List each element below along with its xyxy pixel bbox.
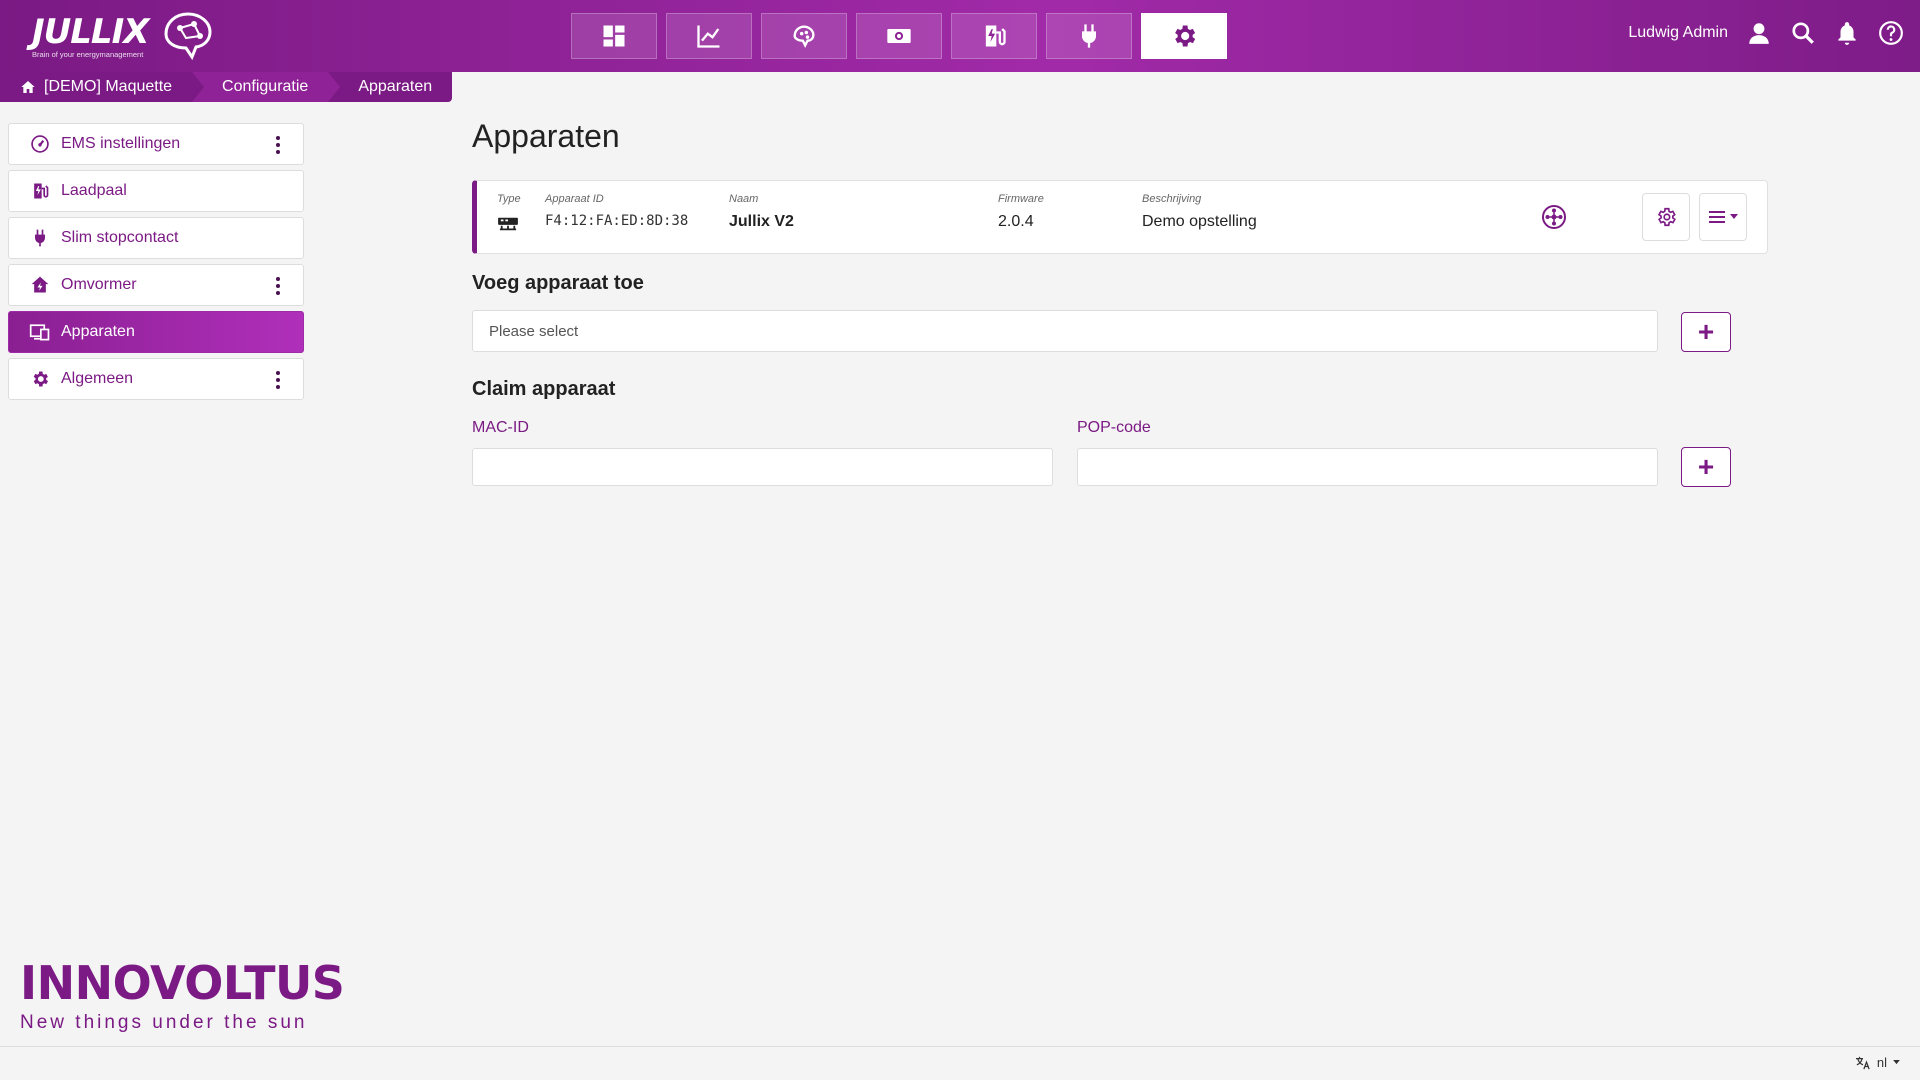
dashboard-icon [603, 25, 625, 47]
plus-icon: + [1697, 451, 1715, 482]
gear-icon [29, 368, 51, 390]
translate-icon [1855, 1056, 1870, 1069]
devices-icon [29, 321, 51, 343]
brain-logo-icon [164, 12, 212, 60]
home-icon [20, 79, 36, 95]
claim-device-title: Claim apparaat [472, 378, 616, 400]
pop-code-input[interactable] [1077, 448, 1658, 486]
language-selector[interactable]: nl [1855, 1055, 1900, 1070]
more-options-icon[interactable] [267, 369, 289, 391]
breadcrumb-current: Apparaten [328, 72, 453, 102]
device-firmware-column: Firmware 2.0.4 [998, 193, 1044, 231]
gauge-icon [29, 133, 51, 155]
footer-bar: nl [0, 1046, 1920, 1080]
more-options-icon[interactable] [267, 134, 289, 156]
sidebar: EMS instellingen Laadpaal Slim stopconta… [8, 123, 304, 405]
add-device-select[interactable]: Please select [472, 310, 1658, 352]
top-header: JULLIX Brain of your energymanagement Lu… [0, 0, 1920, 72]
help-icon[interactable] [1876, 18, 1906, 48]
sidebar-item-label: Algemeen [61, 370, 134, 387]
mac-id-label: MAC-ID [472, 419, 529, 436]
nav-plug-button[interactable] [1046, 13, 1132, 59]
user-area: Ludwig Admin [1628, 18, 1906, 48]
sidebar-item-ems-instellingen[interactable]: EMS instellingen [8, 123, 304, 165]
device-card: Type Apparaat ID F4:12:FA:ED:8D:38 Naam … [472, 180, 1768, 254]
logo-wordmark: JULLIX [32, 12, 149, 52]
claim-device-button[interactable]: + [1681, 447, 1731, 487]
breadcrumb-home[interactable]: [DEMO] Maquette [0, 72, 205, 102]
router-device-icon [497, 215, 521, 235]
device-id-column: Apparaat ID F4:12:FA:ED:8D:38 [545, 193, 688, 229]
hamburger-icon [1709, 211, 1725, 223]
plug-icon [1081, 24, 1097, 48]
device-firmware-label: Firmware [998, 193, 1044, 205]
more-options-icon[interactable] [267, 275, 289, 297]
bell-icon[interactable] [1832, 18, 1862, 48]
breadcrumb-section-label: Configuratie [222, 78, 309, 95]
device-name-column: Naam Jullix V2 [729, 193, 794, 231]
device-id-label: Apparaat ID [545, 193, 604, 205]
breadcrumb-home-label: [DEMO] Maquette [44, 78, 173, 95]
sidebar-item-label: Slim stopcontact [61, 229, 179, 246]
breadcrumb: [DEMO] Maquette Configuratie Apparaten [0, 72, 453, 102]
sidebar-item-laadpaal[interactable]: Laadpaal [8, 170, 304, 212]
footer-brand: INNOVOLTUS [20, 956, 345, 1010]
sidebar-item-label: Laadpaal [61, 182, 127, 199]
sidebar-item-label: EMS instellingen [61, 135, 181, 152]
ev-charger-icon [29, 180, 51, 202]
nav-charts-button[interactable] [666, 13, 752, 59]
add-device-button[interactable]: + [1681, 312, 1731, 352]
mac-id-input[interactable] [472, 448, 1053, 486]
nav-brain-button[interactable] [761, 13, 847, 59]
nav-settings-button[interactable] [1141, 13, 1227, 59]
user-name[interactable]: Ludwig Admin [1628, 24, 1728, 42]
ev-charger-icon [985, 25, 1006, 47]
innovoltus-logo: INNOVOLTUS New things under the sun [20, 956, 345, 1034]
money-icon [887, 29, 911, 43]
nav-dashboard-button[interactable] [571, 13, 657, 59]
user-icon[interactable] [1744, 18, 1774, 48]
device-name-value: Jullix V2 [729, 213, 794, 230]
brain-icon [793, 25, 815, 48]
search-icon[interactable] [1788, 18, 1818, 48]
device-type-column: Type [497, 193, 521, 238]
caret-down-icon [1730, 214, 1738, 219]
network-hub-icon[interactable] [1540, 203, 1568, 231]
breadcrumb-configuratie[interactable]: Configuratie [192, 72, 341, 102]
nav-finance-button[interactable] [856, 13, 942, 59]
sidebar-item-label: Apparaten [61, 323, 135, 340]
jullix-logo[interactable]: JULLIX Brain of your energymanagement [28, 6, 212, 62]
gear-icon [1657, 207, 1676, 227]
sidebar-item-algemeen[interactable]: Algemeen [8, 358, 304, 400]
chart-line-icon [697, 25, 720, 48]
device-menu-dropdown-button[interactable] [1699, 193, 1747, 241]
device-description-label: Beschrijving [1142, 193, 1202, 205]
sidebar-item-omvormer[interactable]: Omvormer [8, 264, 304, 306]
house-bolt-icon [29, 274, 51, 296]
device-name-label: Naam [729, 193, 759, 205]
plug-icon [29, 227, 51, 249]
device-id-value: F4:12:FA:ED:8D:38 [545, 213, 689, 229]
main-navigation [571, 13, 1227, 59]
device-type-label: Type [497, 193, 521, 205]
nav-charging-button[interactable] [951, 13, 1037, 59]
sidebar-item-label: Omvormer [61, 276, 137, 293]
sidebar-item-apparaten[interactable]: Apparaten [8, 311, 304, 353]
page-title: Apparaten [472, 118, 620, 154]
add-device-placeholder: Please select [489, 322, 579, 340]
device-description-column: Beschrijving Demo opstelling [1142, 193, 1257, 231]
gear-icon [1175, 25, 1196, 47]
breadcrumb-current-label: Apparaten [358, 78, 433, 95]
pop-code-label: POP-code [1077, 419, 1151, 436]
add-device-title: Voeg apparaat toe [472, 272, 644, 294]
device-settings-button[interactable] [1642, 193, 1690, 241]
language-code: nl [1876, 1055, 1887, 1070]
caret-down-icon [1893, 1060, 1900, 1065]
logo-tagline: Brain of your energymanagement [32, 50, 144, 59]
sidebar-item-slim-stopcontact[interactable]: Slim stopcontact [8, 217, 304, 259]
device-firmware-value: 2.0.4 [998, 213, 1034, 230]
footer-tagline: New things under the sun [20, 1012, 308, 1033]
device-description-value: Demo opstelling [1142, 213, 1257, 230]
plus-icon: + [1697, 316, 1715, 347]
